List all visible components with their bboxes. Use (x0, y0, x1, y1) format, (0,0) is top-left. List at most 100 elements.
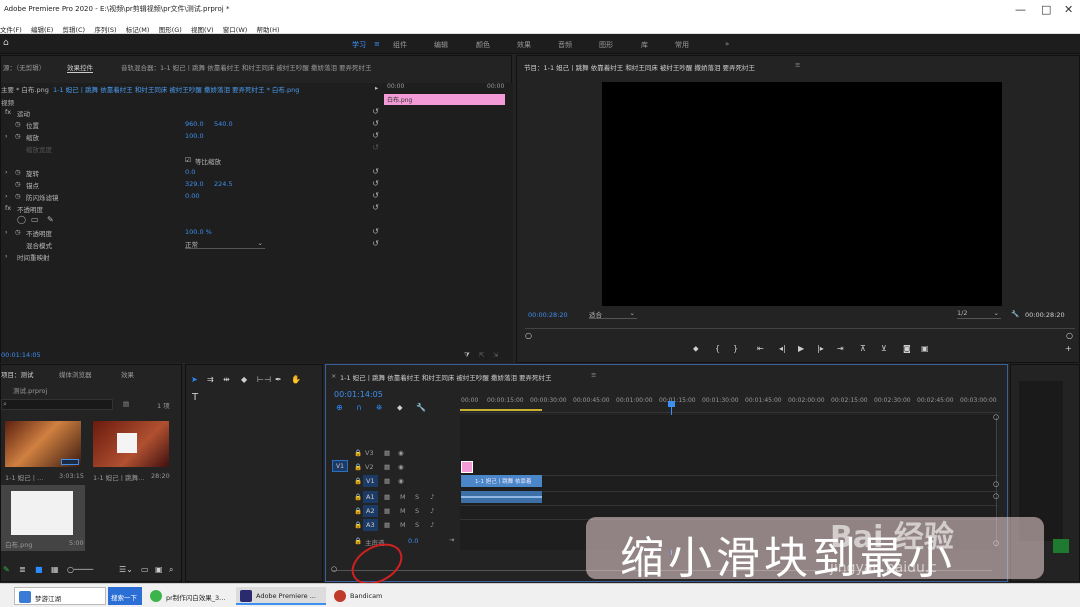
mute-icon[interactable]: M (400, 493, 406, 501)
source-patch-v1[interactable]: V1 (332, 460, 348, 472)
anti-flicker-value[interactable]: 0.00 (185, 192, 199, 203)
automate-icon[interactable]: ▭ (141, 565, 149, 574)
taskbar-search-button[interactable]: 搜索一下 (108, 587, 142, 605)
ws-effects[interactable]: 效果 (517, 40, 531, 50)
scroll-handle-icon[interactable]: ○ (993, 492, 999, 500)
out-handle-icon[interactable]: ○ (1066, 331, 1073, 340)
reset-icon[interactable]: ↺ (372, 227, 379, 236)
menu-help[interactable]: 帮助(H) (257, 24, 280, 34)
type-tool-icon[interactable]: T (192, 392, 198, 403)
menu-sequence[interactable]: 序列(S) (94, 24, 116, 34)
menu-clip[interactable]: 剪辑(C) (62, 24, 85, 34)
selection-tool-icon[interactable]: ➤ (191, 375, 198, 384)
taskbar-browser-search[interactable]: 梦游江湖 (14, 587, 106, 605)
tab-media-browser[interactable]: 媒体浏览器 (59, 369, 92, 379)
fit-select[interactable]: 适合 ⌄ (589, 309, 637, 319)
stopwatch-icon[interactable]: ◷ (15, 168, 21, 179)
ws-common[interactable]: 常用 (675, 40, 689, 50)
menu-file[interactable]: 文件(F) (0, 24, 22, 34)
mic-icon[interactable]: ♪ (430, 507, 434, 515)
ellipse-mask-icon[interactable]: ◯ (17, 215, 26, 226)
panel-menu-icon[interactable]: ≡ (795, 61, 800, 69)
mark-out-icon[interactable]: } (733, 344, 738, 353)
thumbnail-clip-2[interactable] (93, 421, 169, 467)
ws-assembly[interactable]: 组件 (393, 40, 407, 50)
pen-tool-icon[interactable]: ✒ (275, 375, 282, 384)
marker-icon[interactable]: ⬥ (693, 344, 699, 354)
ws-editing[interactable]: 编辑 (434, 40, 448, 50)
lock-icon[interactable]: 🔒 (354, 477, 362, 485)
export-icon[interactable]: ⇱ (479, 351, 484, 362)
reset-icon[interactable]: ↺ (372, 203, 379, 212)
video-clip-v1[interactable]: 1-1 妲己丨跳舞 依靠着 (461, 475, 542, 487)
hand-tool-icon[interactable]: ✋ (291, 375, 301, 384)
film-icon[interactable]: ▦ (384, 493, 390, 501)
ws-color[interactable]: 颜色 (476, 40, 490, 50)
pencil-icon[interactable]: ✎ (3, 565, 10, 574)
tab-effect-controls[interactable]: 效果控件 (67, 62, 93, 73)
ws-graphics[interactable]: 图形 (599, 40, 613, 50)
playhead-handle[interactable] (668, 401, 675, 407)
mark-in-icon[interactable]: { (715, 344, 720, 353)
taskbar-bandicam[interactable]: Bandicam (330, 587, 396, 605)
close-icon[interactable]: ✕ (1064, 3, 1073, 16)
reset-icon[interactable]: ↺ (372, 119, 379, 128)
mute-icon[interactable]: M (400, 521, 406, 529)
menu-window[interactable]: 窗口(W) (223, 24, 248, 34)
zoom-handle-left-icon[interactable]: ○ (331, 565, 337, 573)
ws-more-icon[interactable]: » (725, 40, 729, 48)
list-view-icon[interactable]: ≣ (19, 565, 26, 574)
add-marker-icon[interactable]: ⬥ (397, 403, 403, 413)
tab-project[interactable]: 项目：测试 (1, 369, 34, 379)
magnet-icon[interactable]: ∩ (356, 403, 362, 412)
solo-icon[interactable]: S (415, 521, 419, 529)
menu-view[interactable]: 视图(V) (191, 24, 214, 34)
effect-clip-bar[interactable]: 白布.png (384, 94, 505, 105)
eye-icon[interactable]: ◉ (398, 477, 404, 485)
lift-icon[interactable]: ⊼ (860, 344, 866, 353)
scroll-handle-icon[interactable]: ○ (993, 480, 999, 488)
master-jump-icon[interactable]: ⇥ (449, 536, 454, 544)
thumbnail-white[interactable] (11, 491, 73, 535)
audio-clip-a1[interactable] (461, 491, 542, 503)
razor-icon[interactable]: ◆ (241, 375, 247, 384)
extract-icon[interactable]: ⊻ (881, 344, 887, 353)
export-icon-2[interactable]: ⇲ (493, 351, 498, 362)
white-cloth-clip-v2[interactable] (461, 461, 473, 473)
mute-icon[interactable]: M (400, 507, 406, 515)
mic-icon[interactable]: ♪ (430, 493, 434, 501)
track-select-icon[interactable]: ⇉ (207, 375, 214, 384)
lock-icon[interactable]: 🔒 (354, 507, 362, 515)
uniform-scale-checkbox[interactable]: ☑ (185, 156, 191, 167)
reset-icon[interactable]: ↺ (372, 191, 379, 200)
stopwatch-icon[interactable]: ◷ (15, 192, 21, 203)
program-timecode[interactable]: 00:00:28:20 (528, 311, 568, 319)
pen-mask-icon[interactable]: ✎ (47, 215, 54, 226)
play-only-icon[interactable]: ▸ (375, 84, 378, 95)
lock-icon[interactable]: 🔒 (354, 449, 362, 457)
timeline-settings-icon[interactable]: 🔧 (416, 403, 426, 412)
ws-menu-icon[interactable]: ≡ (374, 40, 380, 48)
reset-icon[interactable]: ↺ (372, 239, 379, 248)
expand-icon[interactable]: › (5, 252, 8, 263)
freeform-view-icon[interactable]: ▦ (51, 565, 59, 574)
eye-icon[interactable]: ◉ (398, 449, 404, 457)
maximize-icon[interactable]: □ (1041, 3, 1051, 16)
stopwatch-icon[interactable]: ◷ (15, 180, 21, 191)
step-forward-icon[interactable]: |▸ (817, 344, 824, 353)
snap-icon[interactable]: ⊕ (336, 403, 343, 412)
compare-icon[interactable]: ▣ (921, 344, 929, 353)
go-to-in-icon[interactable]: ⇤ (757, 344, 764, 353)
ws-audio[interactable]: 音频 (558, 40, 572, 50)
timeline-sequence-title[interactable]: 1-1 妲己丨跳舞 依靠着纣王 和纣王同床 被纣王吵醒 撒娇落泪 要弄死纣王 (340, 372, 552, 382)
zoom-slider[interactable]: ○──── (67, 565, 93, 574)
tab-source[interactable]: 源：（无剪辑） (3, 62, 45, 72)
project-search-input[interactable]: ⌕ (1, 399, 113, 410)
stopwatch-icon[interactable]: ◷ (15, 132, 21, 143)
new-bin-icon[interactable]: ▤ (123, 400, 129, 408)
taskbar-browser-tab[interactable]: pr制作闪白效果_3... (146, 587, 232, 605)
quality-select[interactable]: 1/2 ⌄ (957, 309, 1001, 319)
expand-icon[interactable]: › (5, 132, 8, 143)
reset-icon[interactable]: ↺ (372, 167, 379, 176)
menu-marker[interactable]: 标记(M) (126, 24, 150, 34)
